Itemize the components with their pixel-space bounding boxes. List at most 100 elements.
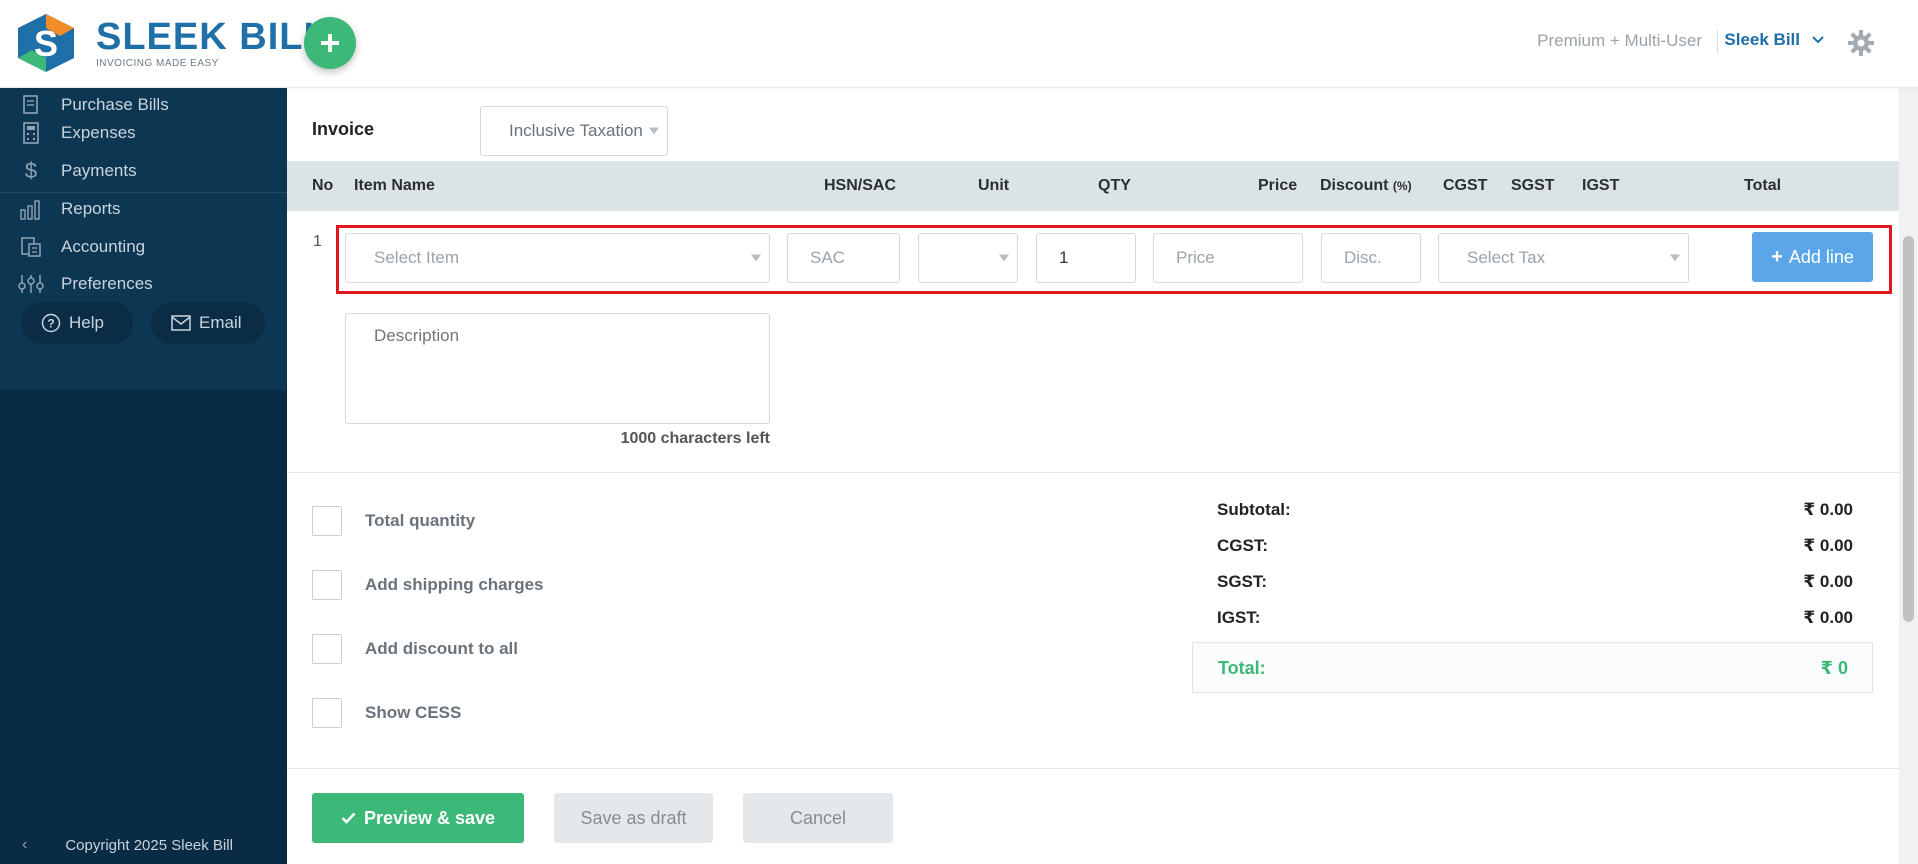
discount-input[interactable]: Disc. (1321, 233, 1421, 283)
col-igst: IGST (1582, 177, 1620, 194)
sidebar-item-label: Reports (61, 199, 121, 218)
igst-row: IGST: ₹ 0.00 (1217, 608, 1853, 632)
sliders-icon (16, 272, 46, 296)
caret-down-icon (999, 254, 1009, 262)
cgst-value: ₹ 0.00 (1803, 536, 1853, 555)
items-table-header: No Item Name HSN/SAC Unit QTY Price Disc… (287, 161, 1899, 211)
user-menu[interactable]: Sleek Bill (1724, 30, 1824, 50)
header-divider (1717, 30, 1718, 54)
logo-subtitle: INVOICING MADE EASY (96, 57, 219, 69)
top-header: S SLEEK BILL INVOICING MADE EASY Premium… (0, 0, 1918, 88)
checkbox[interactable] (312, 634, 342, 664)
save-draft-label: Save as draft (580, 807, 687, 828)
cancel-button[interactable]: Cancel (743, 793, 893, 843)
quick-add-button[interactable] (304, 17, 356, 69)
collapse-sidebar-icon[interactable]: ‹ (22, 836, 27, 854)
settings-button[interactable] (1848, 30, 1874, 56)
col-sgst: SGST (1511, 177, 1555, 194)
sidebar-item-payments[interactable]: $ Payments (0, 153, 287, 189)
col-discount: Discount (%) (1320, 177, 1412, 195)
sgst-row: SGST: ₹ 0.00 (1217, 572, 1853, 596)
qty-value: 1 (1059, 248, 1069, 267)
col-item-name: Item Name (354, 177, 435, 194)
total-value: ₹ 0 (1820, 658, 1848, 678)
chevron-down-icon (1812, 36, 1824, 44)
dollar-icon: $ (24, 158, 38, 183)
col-total: Total (1744, 177, 1782, 194)
option-label: Add discount to all (365, 639, 518, 658)
sidebar-item-reports[interactable]: Reports (0, 191, 287, 227)
add-line-button[interactable]: + Add line (1752, 232, 1873, 282)
col-discount-label: Discount (1320, 177, 1389, 194)
caret-down-icon (649, 127, 659, 135)
option-show-cess[interactable]: Show CESS (312, 698, 461, 728)
igst-label: IGST: (1217, 608, 1261, 627)
subtotal-label: Subtotal: (1217, 500, 1291, 519)
discount-placeholder: Disc. (1344, 248, 1382, 267)
checkbox[interactable] (312, 570, 342, 600)
add-line-label: Add line (1788, 246, 1854, 267)
logo[interactable]: S SLEEK BILL INVOICING MADE EASY (14, 14, 328, 72)
cgst-label: CGST: (1217, 536, 1268, 555)
invoice-editor: Invoice Inclusive Taxation No Item Name … (287, 88, 1899, 864)
save-draft-button[interactable]: Save as draft (554, 793, 713, 843)
item-select[interactable]: Select Item (345, 233, 770, 283)
option-shipping-charges[interactable]: Add shipping charges (312, 570, 544, 600)
option-total-quantity[interactable]: Total quantity (312, 506, 475, 536)
item-select-placeholder: Select Item (374, 248, 460, 267)
col-discount-unit: (%) (1392, 179, 1412, 193)
accounting-icon (16, 235, 46, 259)
logo-title: SLEEK BILL (96, 15, 328, 58)
tax-select[interactable]: Select Tax (1438, 233, 1689, 283)
preview-save-button[interactable]: Preview & save (312, 793, 524, 843)
taxation-select[interactable]: Inclusive Taxation (480, 106, 668, 156)
calculator-icon (16, 121, 46, 145)
sgst-label: SGST: (1217, 572, 1268, 591)
tax-select-placeholder: Select Tax (1467, 248, 1546, 267)
col-qty: QTY (1098, 177, 1131, 194)
page-scrollbar[interactable] (1899, 88, 1918, 864)
logo-text: SLEEK BILL INVOICING MADE EASY (96, 18, 328, 69)
sac-placeholder: SAC (810, 248, 845, 267)
sidebar-item-label: Preferences (61, 274, 153, 293)
email-button[interactable]: Email (151, 302, 265, 344)
row-number: 1 (313, 233, 322, 250)
option-label: Show CESS (365, 703, 462, 722)
subtotal-value: ₹ 0.00 (1803, 500, 1853, 519)
help-button[interactable]: ? Help (21, 302, 133, 344)
total-label: Total: (1218, 658, 1266, 678)
sidebar-item-preferences[interactable]: Preferences (0, 266, 287, 302)
caret-down-icon (751, 254, 761, 262)
bar-chart-icon (16, 197, 46, 221)
footer-divider (287, 768, 1899, 769)
preview-save-label: Preview & save (363, 807, 496, 828)
svg-text:S: S (34, 23, 58, 64)
check-icon (341, 812, 356, 824)
scrollbar-thumb[interactable] (1903, 236, 1914, 622)
email-label: Email (199, 313, 242, 332)
option-label: Add shipping charges (365, 575, 544, 594)
unit-select[interactable] (918, 233, 1018, 283)
option-discount-to-all[interactable]: Add discount to all (312, 634, 518, 664)
checkbox[interactable] (312, 506, 342, 536)
igst-value: ₹ 0.00 (1803, 608, 1853, 627)
grand-total-row: Total: ₹ 0 (1192, 642, 1873, 693)
price-input[interactable]: Price (1153, 233, 1303, 283)
sidebar: Purchase Bills Expenses $ Payments Repor… (0, 88, 287, 864)
cgst-row: CGST: ₹ 0.00 (1217, 536, 1853, 560)
sidebar-item-accounting[interactable]: Accounting (0, 229, 287, 265)
col-cgst: CGST (1443, 177, 1488, 194)
copyright-text: Copyright 2025 Sleek Bill (65, 836, 233, 854)
col-unit: Unit (978, 177, 1010, 194)
checkbox[interactable] (312, 698, 342, 728)
qty-input[interactable]: 1 (1036, 233, 1136, 283)
sac-input[interactable]: SAC (787, 233, 900, 283)
sidebar-item-expenses[interactable]: Expenses (0, 115, 287, 151)
help-label: Help (69, 313, 104, 332)
section-divider (287, 472, 1899, 473)
svg-text:?: ? (47, 317, 54, 331)
description-textarea[interactable] (345, 313, 770, 424)
price-placeholder: Price (1176, 248, 1215, 267)
taxation-value: Inclusive Taxation (509, 121, 643, 140)
sidebar-item-label: Payments (61, 161, 137, 180)
